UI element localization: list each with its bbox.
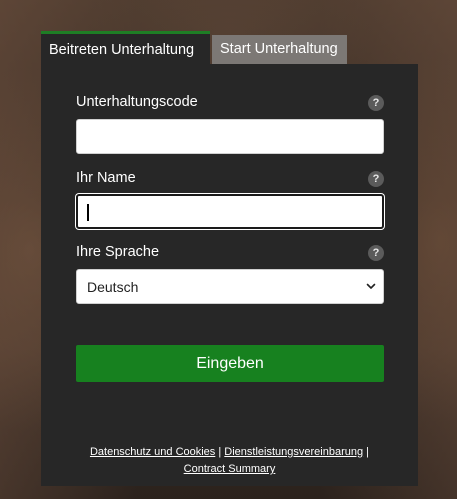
name-input[interactable] xyxy=(76,194,384,229)
language-select[interactable]: Deutsch xyxy=(76,269,384,304)
privacy-link[interactable]: Datenschutz und Cookies xyxy=(90,446,215,458)
language-selected-value: Deutsch xyxy=(87,278,139,295)
conversation-code-label: Unterhaltungscode xyxy=(76,94,198,110)
tab-join-conversation[interactable]: Beitreten Unterhaltung xyxy=(41,31,210,64)
footer-links: Datenschutz und Cookies | Dienstleistung… xyxy=(41,444,418,478)
help-icon[interactable]: ? xyxy=(368,171,384,187)
conversation-code-input[interactable] xyxy=(76,119,384,154)
tab-start-conversation[interactable]: Start Unterhaltung xyxy=(212,35,347,64)
service-agreement-link[interactable]: Dienstleistungsvereinbarung xyxy=(224,446,363,458)
chevron-down-icon xyxy=(366,283,376,289)
footer-separator: | xyxy=(218,446,222,458)
text-caret xyxy=(87,204,89,221)
contract-summary-link[interactable]: Contract Summary xyxy=(184,463,276,475)
join-panel: Unterhaltungscode ? Ihr Name ? Ihre Spra… xyxy=(41,64,418,486)
footer-separator: | xyxy=(366,446,370,458)
help-icon[interactable]: ? xyxy=(368,245,384,261)
language-label: Ihre Sprache xyxy=(76,244,160,260)
help-icon[interactable]: ? xyxy=(368,95,384,111)
submit-button[interactable]: Eingeben xyxy=(76,345,384,382)
name-label: Ihr Name xyxy=(76,170,136,186)
